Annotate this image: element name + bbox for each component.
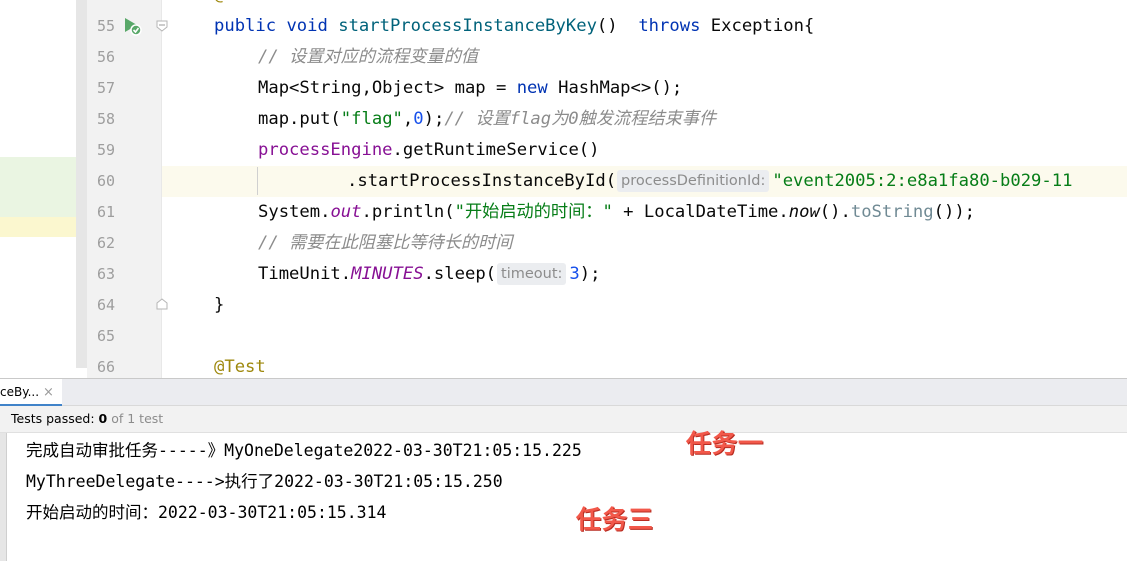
tests-passed-label: Tests passed: (11, 411, 95, 426)
code-line-60: .startProcessInstanceById(processDefinit… (347, 166, 1072, 197)
run-tab-label: ceBy... (0, 385, 40, 399)
keyword-public: public (214, 16, 277, 36)
diff-modified-marker (0, 217, 76, 237)
code-text: TimeUnit. (258, 264, 352, 284)
code-editor[interactable]: @Test 55 56 57 58 59 60 61 62 63 64 65 6… (0, 0, 1127, 378)
code-text: ); (423, 109, 445, 129)
line-number: 60 (96, 172, 115, 190)
string-literal: "开始启动的时间：" (454, 202, 613, 222)
test-status-text: Tests passed: 0 of 1 test (11, 406, 163, 432)
run-tab[interactable]: ceBy... × (0, 379, 62, 406)
code-annotation-top: @Test (214, 0, 266, 11)
line-number: 63 (96, 265, 115, 283)
code-line-64: } (214, 295, 225, 315)
code-text: HashMap<>(); (547, 78, 683, 98)
exception-type: Exception{ (710, 16, 815, 36)
static-field: out (330, 202, 362, 222)
console-left-panel (0, 433, 7, 561)
console-line: 开始启动的时间：2022-03-30T21:05:15.314 (26, 503, 387, 522)
string-literal: "event2005:2:e8a1fa80-b029-11 (772, 171, 1073, 191)
parameter-hint: processDefinitionId: (617, 170, 770, 192)
code-text: ()); (933, 202, 976, 222)
code-line-59: processEngine.getRuntimeService() (258, 135, 600, 166)
annotation-task1: 任务一 (686, 429, 765, 458)
code-text: .startProcessInstanceById( (347, 171, 617, 191)
code-text: , (402, 109, 414, 129)
run-tool-window-tabbar: ceBy... × (0, 378, 1127, 406)
inline-comment: // 设置flag为0触发流程结束事件 (444, 109, 717, 129)
code-text: .getRuntimeService() (392, 140, 600, 160)
line-number: 62 (96, 234, 115, 252)
diff-added-marker (0, 157, 76, 217)
code-text: map.put( (258, 109, 341, 129)
fold-end-marker-icon[interactable] (156, 298, 168, 310)
code-text: System. (258, 202, 331, 222)
number-literal: 0 (413, 109, 424, 129)
console-output[interactable]: 完成自动审批任务-----》MyOneDelegate2022-03-30T21… (0, 432, 1127, 561)
code-text: .println( (361, 202, 455, 222)
keyword-void: void (286, 16, 328, 36)
line-number: 58 (96, 110, 115, 128)
tests-total: of 1 test (111, 411, 164, 426)
console-line: MyThreeDelegate---->执行了2022-03-30T21:05:… (26, 472, 503, 491)
console-line: 完成自动审批任务-----》MyOneDelegate2022-03-30T21… (26, 441, 582, 460)
code-text: + LocalDateTime. (612, 202, 789, 222)
code-line-66: @Test (214, 357, 266, 377)
code-line-58: map.put("flag",0);// 设置flag为0触发流程结束事件 (258, 104, 716, 135)
line-number: 57 (96, 79, 115, 97)
number-literal: 3 (569, 264, 580, 284)
string-literal: "flag" (340, 109, 403, 129)
code-line-56: // 设置对应的流程变量的值 (258, 47, 479, 67)
static-field: MINUTES (351, 264, 424, 284)
code-line-62: // 需要在此阻塞比等待长的时间 (258, 233, 513, 253)
static-method: now (788, 202, 820, 222)
fold-marker-icon[interactable] (156, 20, 168, 32)
line-number: 66 (96, 358, 115, 376)
line-number: 65 (96, 327, 115, 345)
code-text: Map<String,Object> map = (258, 78, 517, 98)
run-test-icon[interactable] (122, 16, 142, 36)
keyword-throws: throws (638, 16, 701, 36)
indent-guide (257, 167, 258, 195)
line-number: 55 (96, 17, 115, 35)
close-icon[interactable]: × (43, 385, 54, 400)
line-number: 59 (96, 141, 115, 159)
method-call: toString (850, 202, 934, 222)
field-reference: processEngine (258, 140, 393, 160)
test-status-bar: Tests passed: 0 of 1 test (0, 406, 1127, 432)
method-name: startProcessInstanceByKey (338, 16, 597, 36)
parameter-hint: timeout: (497, 263, 567, 285)
line-number: 56 (96, 48, 115, 66)
editor-left-bar (76, 0, 87, 368)
line-number: 64 (96, 296, 115, 314)
code-line-57: Map<String,Object> map = new HashMap<>()… (258, 73, 682, 104)
code-text: (). (819, 202, 851, 222)
tests-passed-count: 0 (98, 411, 108, 426)
code-line-63: TimeUnit.MINUTES.sleep(timeout: 3); (258, 259, 600, 290)
code-text: .sleep( (423, 264, 497, 284)
code-line-55: public void startProcessInstanceByKey() … (214, 11, 814, 42)
code-text: ); (579, 264, 601, 284)
code-line-61: System.out.println("开始启动的时间：" + LocalDat… (258, 197, 975, 228)
params: () (596, 16, 618, 36)
annotation-task3: 任务三 (576, 505, 655, 534)
keyword-new: new (516, 78, 548, 98)
line-number: 61 (96, 203, 115, 221)
